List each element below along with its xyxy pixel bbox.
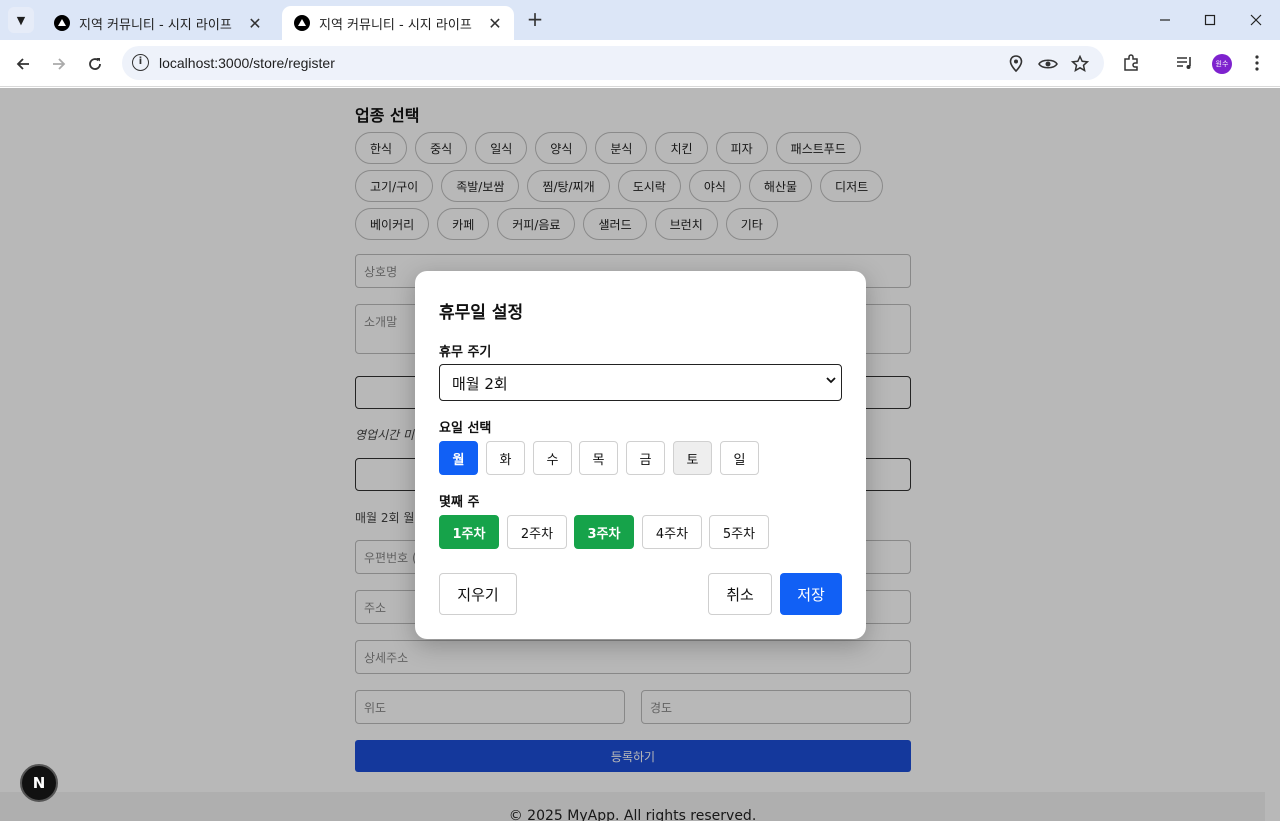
tab-strip: ▼ 지역 커뮤니티 - 시지 라이프 ✕ 지역 커뮤니티 - 시지 라이프 ✕ … — [0, 0, 1280, 40]
eye-icon[interactable] — [1038, 54, 1058, 74]
day-button-sun[interactable]: 일 — [720, 441, 759, 475]
browser-tab-2[interactable]: 지역 커뮤니티 - 시지 라이프 ✕ — [282, 6, 514, 40]
cycle-select-value: 매월 2회 — [452, 375, 508, 393]
chevron-down-icon: ▼ — [16, 13, 26, 27]
chevron-down-icon — [825, 374, 837, 389]
back-icon[interactable] — [11, 52, 35, 76]
close-window-icon[interactable] — [1244, 8, 1268, 32]
day-label: 요일 선택 — [439, 421, 492, 436]
cycle-label: 휴무 주기 — [439, 345, 492, 360]
week-label: 몇째 주 — [439, 495, 480, 510]
save-button[interactable]: 저장 — [780, 573, 842, 615]
minimize-icon[interactable] — [1153, 8, 1177, 32]
bookmark-star-icon[interactable] — [1070, 54, 1090, 74]
favicon-icon — [294, 15, 310, 31]
new-tab-button[interactable]: + — [524, 9, 546, 31]
day-button-fri[interactable]: 금 — [626, 441, 665, 475]
url-text: localhost:3000/store/register — [159, 55, 335, 71]
week-button-4[interactable]: 4주차 — [642, 515, 702, 549]
browser-tab-1[interactable]: 지역 커뮤니티 - 시지 라이프 ✕ — [42, 6, 274, 40]
week-button-3[interactable]: 3주차 — [574, 515, 634, 549]
week-button-2[interactable]: 2주차 — [507, 515, 567, 549]
reload-icon[interactable] — [83, 52, 107, 76]
day-button-sat[interactable]: 토 — [673, 441, 712, 475]
location-pin-icon[interactable] — [1006, 54, 1026, 74]
browser-toolbar: i localhost:3000/store/register — [0, 40, 1280, 87]
week-button-1[interactable]: 1주차 — [439, 515, 499, 549]
tab-search-button[interactable]: ▼ — [8, 7, 34, 33]
cancel-button[interactable]: 취소 — [708, 573, 772, 615]
tab-title: 지역 커뮤니티 - 시지 라이프 — [79, 17, 232, 33]
cycle-select[interactable]: 매월 2회 — [439, 364, 842, 401]
nextjs-dev-badge[interactable]: N — [20, 764, 58, 802]
day-button-tue[interactable]: 화 — [486, 441, 525, 475]
modal-title: 휴무일 설정 — [439, 303, 524, 323]
day-button-thu[interactable]: 목 — [579, 441, 618, 475]
clear-button[interactable]: 지우기 — [439, 573, 517, 615]
site-info-icon[interactable]: i — [132, 54, 149, 71]
closed-days-modal: 휴무일 설정 휴무 주기 매월 2회 요일 선택 월 화 수 목 금 토 일 몇… — [415, 271, 866, 639]
tab-title: 지역 커뮤니티 - 시지 라이프 — [319, 17, 472, 33]
media-queue-icon[interactable] — [1174, 52, 1196, 74]
favicon-icon — [54, 15, 70, 31]
close-tab-icon[interactable]: ✕ — [246, 14, 264, 33]
forward-icon[interactable] — [47, 52, 71, 76]
extensions-icon[interactable] — [1120, 52, 1142, 74]
day-button-mon[interactable]: 월 — [439, 441, 478, 475]
day-button-wed[interactable]: 수 — [533, 441, 572, 475]
kebab-menu-icon[interactable] — [1246, 52, 1268, 74]
week-button-5[interactable]: 5주차 — [709, 515, 769, 549]
profile-avatar[interactable]: 원수 — [1212, 54, 1232, 74]
address-bar[interactable]: i localhost:3000/store/register — [122, 46, 1104, 80]
maximize-icon[interactable] — [1198, 8, 1222, 32]
close-tab-icon[interactable]: ✕ — [486, 14, 504, 33]
